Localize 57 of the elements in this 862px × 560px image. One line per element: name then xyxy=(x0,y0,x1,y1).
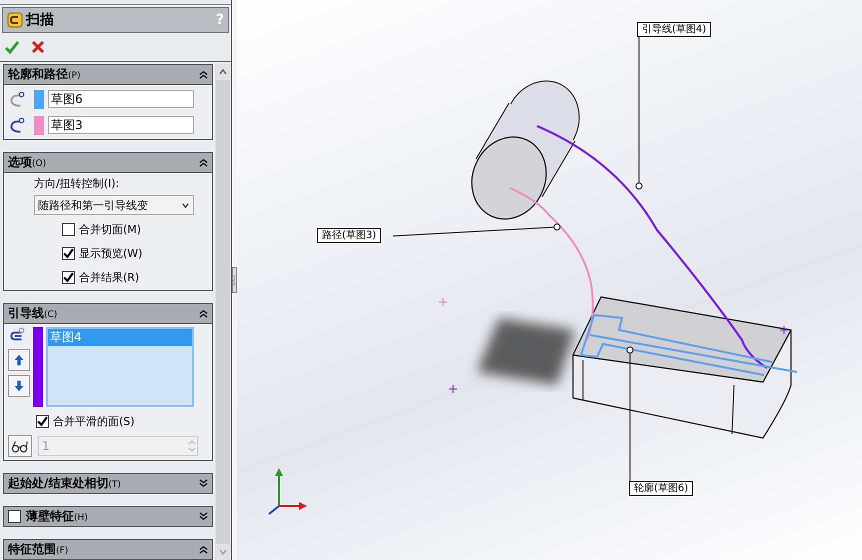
section-header[interactable]: 引导线(C) xyxy=(3,303,214,324)
checkbox[interactable] xyxy=(62,222,75,236)
chevron-icon[interactable] xyxy=(199,479,208,488)
chevron-icon[interactable] xyxy=(199,545,208,554)
plus-marker-icon xyxy=(780,326,788,334)
section-title: 轮廓和路径(P) xyxy=(8,66,82,83)
section-header[interactable]: 特征范围(F) xyxy=(3,539,214,560)
sweep-feature-icon xyxy=(7,12,23,28)
section-title: 薄壁特征(H) xyxy=(26,508,89,525)
leader-anchor-icon xyxy=(636,182,642,190)
chevron-icon[interactable] xyxy=(199,512,208,521)
chevron-icon[interactable] xyxy=(199,158,208,167)
section-title: 选项(O) xyxy=(8,154,48,171)
section-header[interactable]: 薄壁特征(H) xyxy=(3,506,214,527)
callout-label: 引导线(草图4) xyxy=(637,22,712,37)
twist-control-dropdown[interactable]: 随路径和第一引导线变 xyxy=(34,195,194,215)
scrollbar[interactable] xyxy=(215,64,231,560)
section-checkbox[interactable] xyxy=(8,510,21,523)
up-arrow-icon xyxy=(12,353,26,367)
checkbox[interactable] xyxy=(36,414,49,428)
plus-marker-icon xyxy=(448,384,458,394)
section-title: 引导线(C) xyxy=(8,305,58,322)
checkbox-label: 合并切面(M) xyxy=(79,222,142,236)
caret-icon xyxy=(181,200,190,210)
twist-control-label: 方向/扭转控制(I): xyxy=(34,176,120,191)
axis-triad-icon xyxy=(268,468,307,515)
sketch-field[interactable]: 草图6 xyxy=(48,90,194,108)
leader-anchor-icon xyxy=(554,224,560,230)
plus-marker-icon xyxy=(438,298,448,306)
profile-icon xyxy=(8,90,26,108)
checkbox-label: 合并结果(R) xyxy=(79,270,140,284)
callout-label: 路径(草图3) xyxy=(317,228,382,243)
callout-label: 轮廓(草图6) xyxy=(629,481,694,496)
splitter-handle[interactable] xyxy=(232,267,237,293)
show-sections-button[interactable] xyxy=(8,435,32,457)
graphics-viewport[interactable]: 引导线(草图4) 路径(草图3) 轮廓(草图6) xyxy=(237,0,862,560)
sketch-field[interactable]: 草图3 xyxy=(48,116,194,134)
section-header[interactable]: 起始处/结束处相切(T) xyxy=(3,473,214,494)
section-header[interactable]: 轮廓和路径(P) xyxy=(3,64,214,85)
checkbox-label: 合并平滑的面(S) xyxy=(53,414,135,428)
ok-icon[interactable] xyxy=(4,39,20,55)
scroll-up-icon[interactable] xyxy=(218,67,228,77)
section-header[interactable]: 选项(O) xyxy=(3,152,214,173)
path-icon xyxy=(8,116,26,134)
chevron-icon[interactable] xyxy=(199,309,208,318)
down-arrow-icon xyxy=(12,379,26,393)
checkbox-label: 显示预览(W) xyxy=(79,246,142,260)
section-title: 起始处/结束处相切(T) xyxy=(8,475,122,492)
checkbox[interactable] xyxy=(62,270,75,284)
cancel-icon[interactable] xyxy=(30,39,46,55)
chevron-icon[interactable] xyxy=(199,70,208,79)
section-title: 特征范围(F) xyxy=(8,541,70,558)
panel-title: 扫描 xyxy=(26,11,55,29)
move-down-button[interactable] xyxy=(8,375,30,397)
move-up-button[interactable] xyxy=(8,349,30,371)
leader-anchor-icon xyxy=(626,346,634,354)
checkbox[interactable] xyxy=(62,246,75,260)
